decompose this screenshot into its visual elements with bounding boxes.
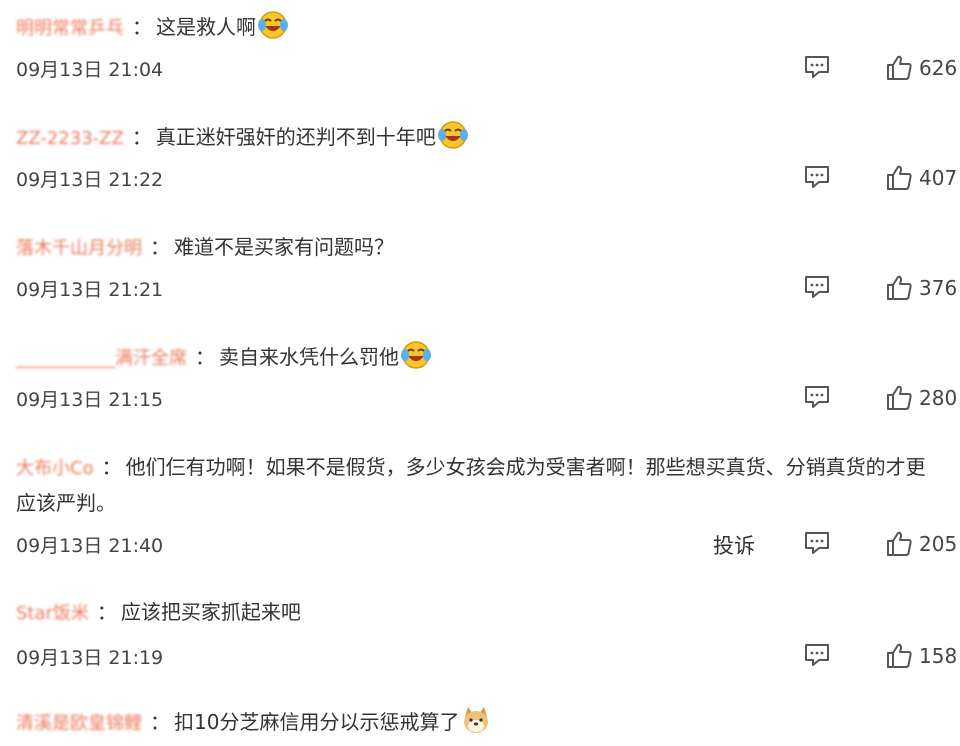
comment-timestamp: 09月13日 21:21 (16, 279, 164, 301)
comment-timestamp: 09月13日 21:15 (16, 389, 164, 411)
thumbs-up-icon[interactable] (886, 164, 913, 191)
reply-comment-icon[interactable] (803, 642, 831, 668)
comment-text: 卖自来水凭什么罚他 (219, 345, 399, 369)
comment-body: ZZ-2233-ZZ ：真正迷奸强奸的还判不到十年吧 (16, 120, 940, 160)
comment-body: 大布小Co ：他们仨有功啊！如果不是假货，多少女孩会成为受害者啊！那些想买真货、分… (16, 450, 940, 520)
reply-comment-icon[interactable] (803, 530, 831, 556)
comment-text: 真正迷奸强奸的还判不到十年吧 (155, 125, 436, 149)
thumbs-up-icon[interactable] (886, 642, 913, 669)
comment-body: ___________满汗全席 ：卖自来水凭什么罚他 (16, 340, 940, 380)
reply-comment-icon[interactable] (803, 54, 831, 80)
report-button[interactable]: 投诉 (713, 530, 755, 560)
comment-text: 难道不是买家有问题吗？ (174, 235, 394, 259)
colon-separator: ： (150, 235, 170, 259)
thumbs-up-icon[interactable] (886, 530, 913, 557)
colon-separator: ： (101, 455, 122, 479)
comment-body: Star饭米 ：应该把买家抓起来吧 (16, 595, 940, 631)
reply-comment-icon[interactable] (803, 164, 831, 190)
comment-text: 他们仨有功啊！如果不是假货，多少女孩会成为受害者啊！那些想买真货、分销真货的才更… (16, 455, 926, 515)
username-link[interactable]: Star饭米 (16, 603, 89, 624)
username-link[interactable]: 落木千山月分明 (16, 238, 142, 259)
colon-separator: ： (96, 600, 117, 624)
comment-timestamp: 09月13日 21:04 (16, 59, 164, 81)
comment-text: 这是救人啊 (156, 15, 256, 39)
comment-body: 明明常常乒乓 ：这是救人啊 (16, 10, 940, 50)
like-count: 376 (919, 276, 958, 300)
like-count: 280 (919, 386, 958, 410)
like-count: 407 (919, 166, 958, 190)
comment-text: 扣10分芝麻信用分以示惩戒算了 (174, 710, 460, 734)
colon-separator: ： (150, 710, 170, 734)
comment-body: 清溪是欧皇锦鲤 ：扣10分芝麻信用分以示惩戒算了 (16, 705, 940, 745)
username-link[interactable]: ZZ-2233-ZZ (16, 128, 124, 149)
username-link[interactable]: 明明常常乒乓 (16, 18, 124, 39)
thumbs-up-icon[interactable] (886, 274, 913, 301)
reply-comment-icon[interactable] (803, 274, 831, 300)
colon-separator: ： (195, 345, 215, 369)
thumbs-up-icon[interactable] (886, 384, 913, 411)
comment-timestamp: 09月13日 21:19 (16, 647, 164, 669)
reply-comment-icon[interactable] (803, 384, 831, 410)
thumbs-up-icon[interactable] (886, 54, 913, 81)
comment-timestamp: 09月13日 21:22 (16, 169, 164, 191)
comment-text: 应该把买家抓起来吧 (120, 600, 301, 624)
like-count: 205 (919, 532, 958, 556)
comment-body: 落木千山月分明 ：难道不是买家有问题吗？ (16, 230, 940, 266)
colon-separator: ： (132, 15, 152, 39)
like-count: 158 (919, 644, 958, 668)
doge-emoji-icon (461, 705, 491, 745)
comment-timestamp: 09月13日 21:40 (16, 535, 164, 557)
comment-list: 明明常常乒乓：这是救人啊 09月13日 21:04 626 ZZ-2233-ZZ：… (0, 0, 960, 746)
username-link[interactable]: 大布小Co (16, 458, 94, 479)
username-link[interactable]: 清溪是欧皇锦鲤 (16, 713, 142, 734)
laugh-cry-emoji-icon (437, 120, 468, 160)
colon-separator: ： (131, 125, 152, 149)
laugh-cry-emoji-icon (258, 10, 288, 50)
like-count: 626 (919, 56, 958, 80)
username-link[interactable]: ___________满汗全席 (16, 348, 187, 369)
laugh-cry-emoji-icon (401, 340, 431, 380)
